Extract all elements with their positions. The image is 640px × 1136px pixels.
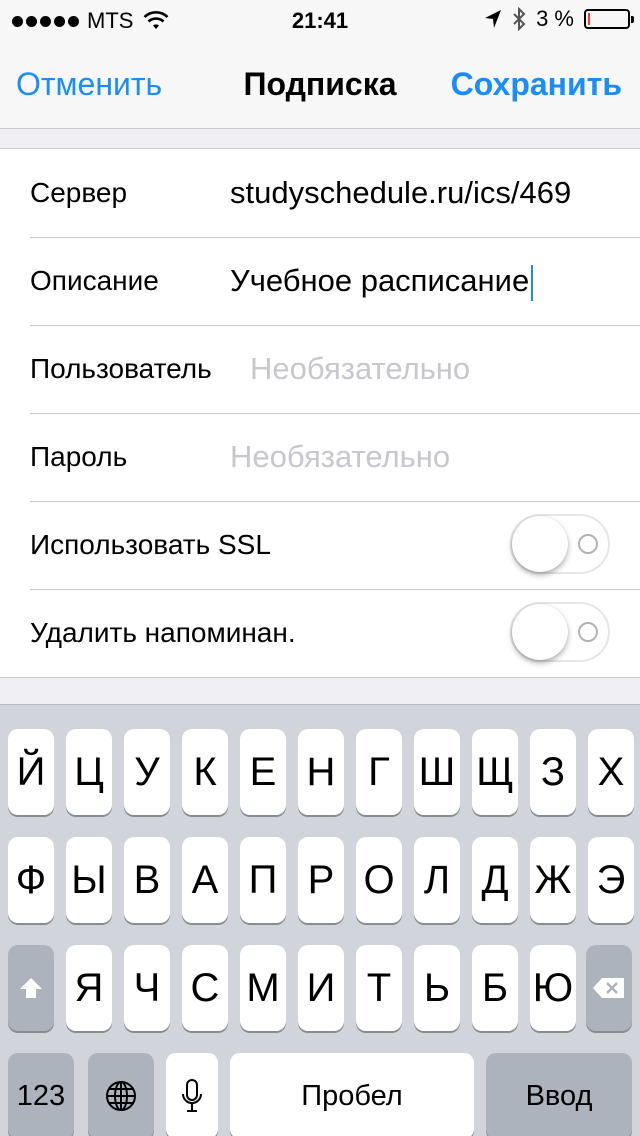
key-row2-6[interactable]: Р <box>298 837 344 923</box>
user-row[interactable]: Пользователь Необязательно <box>0 325 640 413</box>
key-row2-10[interactable]: Ж <box>530 837 576 923</box>
shift-icon <box>18 976 44 1000</box>
remove-reminders-toggle[interactable] <box>510 602 610 662</box>
microphone-key[interactable] <box>166 1053 218 1136</box>
key-row2-11[interactable]: Э <box>588 837 634 923</box>
key-row3-5[interactable]: И <box>298 945 344 1031</box>
navigation-bar: Отменить Подписка Сохранить <box>0 40 640 129</box>
key-row1-10[interactable]: З <box>530 729 576 815</box>
keyboard-row-3: ЯЧСМИТЬБЮ <box>0 945 640 1031</box>
keyboard: ЙЦУКЕНГШЩЗХ ФЫВАПРОЛДЖЭ ЯЧСМИТЬБЮ 123 Пр… <box>0 704 640 1136</box>
keyboard-row-4: 123 Пробел Ввод <box>0 1053 640 1136</box>
key-row1-2[interactable]: Ц <box>66 729 112 815</box>
key-row1-7[interactable]: Г <box>356 729 402 815</box>
subscription-form: Сервер studyschedule.ru/ics/469 Описание… <box>0 148 640 678</box>
key-row2-4[interactable]: А <box>182 837 228 923</box>
keyboard-row-1: ЙЦУКЕНГШЩЗХ <box>0 729 640 815</box>
server-field[interactable]: studyschedule.ru/ics/469 <box>230 175 571 211</box>
toggle-off-icon <box>578 534 598 554</box>
shift-key[interactable] <box>8 945 54 1031</box>
battery-level <box>588 13 590 25</box>
battery-icon <box>584 9 634 29</box>
backspace-key[interactable] <box>586 945 632 1031</box>
numbers-key[interactable]: 123 <box>8 1053 74 1136</box>
toggle-off-icon <box>578 622 598 642</box>
user-label: Пользователь <box>30 353 212 384</box>
key-row3-9[interactable]: Ю <box>530 945 576 1031</box>
use-ssl-label: Использовать SSL <box>30 529 271 560</box>
key-row2-2[interactable]: Ы <box>66 837 112 923</box>
battery-percent: 3 % <box>536 6 574 31</box>
key-row2-3[interactable]: В <box>124 837 170 923</box>
key-row1-3[interactable]: У <box>124 729 170 815</box>
status-right: 3 % <box>484 6 634 32</box>
key-row3-4[interactable]: М <box>240 945 286 1031</box>
key-row1-6[interactable]: Н <box>298 729 344 815</box>
save-button[interactable]: Сохранить <box>451 66 622 103</box>
keyboard-row-2: ФЫВАПРОЛДЖЭ <box>0 837 640 923</box>
password-field[interactable]: Необязательно <box>230 439 450 475</box>
key-row1-9[interactable]: Щ <box>472 729 518 815</box>
server-row[interactable]: Сервер studyschedule.ru/ics/469 <box>0 149 640 237</box>
remove-reminders-row: Удалить напоминан. <box>0 589 640 677</box>
key-row3-8[interactable]: Б <box>472 945 518 1031</box>
backspace-icon <box>592 976 626 1000</box>
globe-icon <box>105 1080 137 1112</box>
remove-reminders-label: Удалить напоминан. <box>30 617 296 648</box>
key-row1-11[interactable]: Х <box>588 729 634 815</box>
password-label: Пароль <box>30 441 128 472</box>
description-row[interactable]: Описание Учебное расписание <box>0 237 640 325</box>
key-row1-4[interactable]: К <box>182 729 228 815</box>
key-row2-5[interactable]: П <box>240 837 286 923</box>
key-row3-2[interactable]: Ч <box>124 945 170 1031</box>
use-ssl-row: Использовать SSL <box>0 501 640 589</box>
toggle-knob <box>512 516 568 572</box>
text-cursor <box>531 264 534 301</box>
microphone-icon <box>181 1078 203 1114</box>
toggle-knob <box>512 604 568 660</box>
description-field[interactable]: Учебное расписание <box>230 263 534 301</box>
key-row2-9[interactable]: Д <box>472 837 518 923</box>
cancel-button[interactable]: Отменить <box>16 66 162 103</box>
key-row2-1[interactable]: Ф <box>8 837 54 923</box>
key-row1-5[interactable]: Е <box>240 729 286 815</box>
server-label: Сервер <box>30 177 128 208</box>
use-ssl-toggle[interactable] <box>510 514 610 574</box>
key-row2-7[interactable]: О <box>356 837 402 923</box>
key-row1-8[interactable]: Ш <box>414 729 460 815</box>
key-row1-1[interactable]: Й <box>8 729 54 815</box>
globe-key[interactable] <box>88 1053 154 1136</box>
space-key[interactable]: Пробел <box>230 1053 474 1136</box>
description-label: Описание <box>30 265 159 296</box>
return-key[interactable]: Ввод <box>486 1053 632 1136</box>
key-row3-1[interactable]: Я <box>66 945 112 1031</box>
key-row3-7[interactable]: Ь <box>414 945 460 1031</box>
password-row[interactable]: Пароль Необязательно <box>0 413 640 501</box>
location-arrow-icon <box>484 9 502 29</box>
key-row3-3[interactable]: С <box>182 945 228 1031</box>
bluetooth-icon <box>512 7 526 31</box>
description-value: Учебное расписание <box>230 263 530 298</box>
user-field[interactable]: Необязательно <box>250 351 470 387</box>
key-row3-6[interactable]: Т <box>356 945 402 1031</box>
key-row2-8[interactable]: Л <box>414 837 460 923</box>
status-bar: MTS 21:41 3 % <box>0 0 640 40</box>
